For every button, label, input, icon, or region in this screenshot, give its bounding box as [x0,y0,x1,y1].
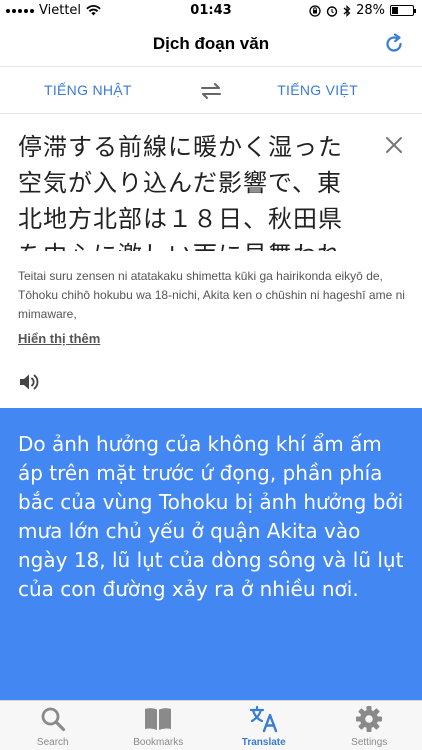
source-panel: 停滞する前線に暖かく湿った空気が入り込んだ影響で、東北地方北部は１８日、秋田県を… [0,115,422,408]
target-language-button[interactable]: TIẾNG VIỆT [277,82,358,98]
bluetooth-icon [343,4,351,17]
source-text[interactable]: 停滞する前線に暖かく湿った空気が入り込んだ影響で、東北地方北部は１８日、秋田県を… [18,129,348,251]
swap-arrows-icon [201,83,221,99]
tab-label: Settings [351,737,388,748]
clear-button[interactable] [384,135,404,155]
nav-bar: Dịch đoạn văn [0,22,422,66]
close-icon [386,137,402,153]
status-bar: Viettel 01:43 28% [0,0,422,22]
search-icon [41,707,65,732]
language-bar: TIẾNG NHẬT TIẾNG VIỆT [0,66,422,114]
tab-bar: Search Bookmarks Translate Settings [0,700,422,750]
gear-icon [356,706,383,732]
translate-icon [249,705,277,733]
refresh-icon [386,33,402,52]
battery-fill [392,7,398,14]
tab-bookmarks[interactable]: Bookmarks [106,701,212,750]
show-more-link[interactable]: Hiển thị thêm [18,331,100,346]
tab-translate[interactable]: Translate [211,701,317,750]
source-language-button[interactable]: TIẾNG NHẬT [44,82,132,98]
speaker-icon [20,374,39,390]
speak-button[interactable] [18,372,40,392]
tab-settings[interactable]: Settings [317,701,422,750]
battery-percent: 28% [356,3,385,18]
status-right: 28% [309,3,416,18]
bookmarks-icon [145,708,172,730]
page-title: Dịch đoạn văn [152,34,270,53]
romaji-text: Teitai suru zensen ni atatakaku shimetta… [18,269,405,321]
orientation-lock-icon [309,4,321,17]
swap-languages-button[interactable] [198,79,224,103]
refresh-button[interactable] [380,30,408,58]
tab-label: Bookmarks [133,737,184,748]
battery-icon [390,5,416,16]
tab-label: Translate [241,737,286,748]
tab-label: Search [36,737,69,748]
translation-text[interactable]: Do ảnh hưởng của không khí ẩm ấm áp trên… [18,430,408,604]
alarm-icon [326,5,338,17]
translation-panel: Do ảnh hưởng của không khí ẩm ấm áp trên… [0,408,422,700]
tab-search[interactable]: Search [0,701,106,750]
